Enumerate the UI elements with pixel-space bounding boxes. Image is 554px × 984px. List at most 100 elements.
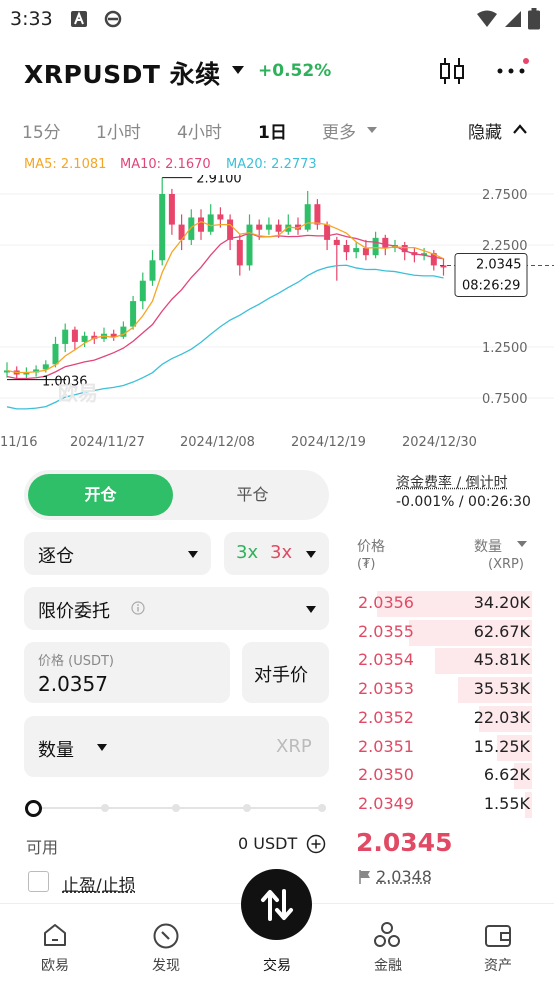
candle-body [324,224,331,240]
ob-qty-unit: (XRP) [488,557,524,572]
ob-ask-price[interactable]: 2.0352 [358,708,414,727]
kline-svg[interactable]: 2.91001.0036欧易2.75002.25001.25000.75002.… [0,172,554,460]
ob-ask-row[interactable]: 2.0354 45.81K [356,646,532,675]
status-time: 3:33 [10,8,53,30]
x-tick-label: 2024/12/08 [180,435,255,450]
trade-swap-icon[interactable] [258,887,296,923]
ob-ask-price[interactable]: 2.0350 [358,765,414,784]
candle-body [168,194,175,225]
candle-body [314,204,321,225]
nav-home[interactable]: 欧易 [15,955,95,975]
ob-last-price: 2.0345 [356,828,453,857]
y-tick-label: 0.7500 [482,392,528,407]
mark-price-flag-icon [359,870,370,884]
more-options-icon[interactable] [496,58,530,82]
candle-body [246,224,253,266]
candle-body [130,301,137,327]
ob-ask-price[interactable]: 2.0353 [358,679,414,698]
pair-title[interactable]: XRPUSDT 永续 [24,55,221,91]
add-funds-icon[interactable] [306,834,326,854]
y-tick-label: 2.2500 [482,239,528,254]
slider-step-dot[interactable] [243,804,251,812]
candle-body [227,219,234,240]
nav-discover[interactable]: 发现 [126,955,206,975]
candle-body [353,248,360,253]
hide-chart-button[interactable]: 隐藏 [468,118,502,143]
discover-icon[interactable] [152,922,180,950]
ob-ask-qty[interactable]: 22.03K [474,708,530,727]
tab-1d[interactable]: 1日 [258,118,287,143]
tab-1h[interactable]: 1小时 [96,118,141,143]
funding-rate-title[interactable]: 资金费率 / 倒计时 [396,472,508,492]
tpsl-checkbox[interactable] [28,871,49,892]
watermark: 欧易 [58,381,98,405]
ob-ask-qty[interactable]: 35.53K [474,679,530,698]
ob-mark-price[interactable]: 2.0348 [376,867,432,886]
price-input-value[interactable]: 2.0357 [38,672,108,696]
quantity-unit: XRP [276,736,312,757]
candle-body [217,214,224,220]
finance-icon[interactable] [372,920,402,950]
high-price-label: 2.9100 [196,175,242,187]
ob-qty-header[interactable]: 数量 [474,536,502,556]
slider-step-dot[interactable] [172,804,180,812]
ob-ask-qty[interactable]: 15.25K [474,737,530,756]
tab-more[interactable]: 更多 [322,118,356,143]
chevron-up-icon[interactable] [512,123,528,135]
ob-ask-row[interactable]: 2.0355 62.67K [356,618,532,646]
x-tick-label: 2024/12/30 [402,435,477,450]
candle-body [71,329,78,342]
candle-body [333,239,340,245]
available-label: 可用 [26,838,59,857]
current-price-label: 2.0345 [476,257,522,272]
ob-ask-qty[interactable]: 1.55K [484,794,530,813]
candlestick-chart-icon[interactable] [438,56,466,86]
ob-ask-qty[interactable]: 62.67K [474,622,530,641]
tab-15m[interactable]: 15分 [22,118,61,143]
margin-mode-value: 逐仓 [38,546,74,567]
nav-assets[interactable]: 资产 [458,955,538,975]
counter-price-label: 对手价 [254,665,308,686]
ob-ask-row[interactable]: 2.0351 15.25K [356,733,532,761]
kline-chart[interactable]: 2.9100 1.0036 欧易 2.7500 2.2500 1.2500 0.7500 2.… [0,172,554,460]
ob-ask-row[interactable]: 2.0350 6.62K [356,761,532,790]
ob-ask-qty[interactable]: 45.81K [474,650,530,669]
ob-ask-qty[interactable]: 34.20K [474,593,530,612]
slider-step-dot[interactable] [101,804,109,812]
ob-qty-caret-icon[interactable] [517,541,527,547]
candle-body [159,194,166,261]
tpsl-label[interactable]: 止盈/止损 [62,871,136,896]
wallet-icon[interactable] [484,922,512,948]
more-caret-icon [367,127,377,133]
ob-ask-price[interactable]: 2.0349 [358,794,414,813]
signal-icon [505,11,521,27]
wifi-icon [477,10,497,27]
leverage-caret-icon [306,551,316,558]
ob-price-header: 价格 [357,539,385,555]
close-position-tab[interactable]: 平仓 [180,474,325,516]
quantity-slider-handle[interactable] [25,800,42,817]
ob-ask-row[interactable]: 2.0352 22.03K [356,704,532,732]
ob-ask-qty[interactable]: 6.62K [484,765,530,784]
ob-ask-row[interactable]: 2.0349 1.55K [356,790,532,818]
ob-ask-price[interactable]: 2.0354 [358,650,414,669]
ob-ask-row[interactable]: 2.0356 34.20K [356,589,532,617]
slider-step-dot[interactable] [318,804,326,812]
ma20-label: MA20: 2.2773 [226,157,317,172]
info-icon[interactable] [131,601,145,615]
tab-4h[interactable]: 4小时 [177,118,222,143]
nav-finance[interactable]: 金融 [348,955,428,975]
ob-ask-price[interactable]: 2.0355 [358,622,414,641]
x-tick-label: 2024/11/27 [70,435,145,450]
pair-dropdown-icon[interactable] [232,66,244,74]
ob-ask-price[interactable]: 2.0351 [358,737,414,756]
nav-trade[interactable]: 交易 [237,955,317,975]
candle-body [236,239,243,266]
quantity-unit-caret-icon[interactable] [97,744,107,751]
open-position-tab[interactable]: 开仓 [28,474,173,516]
ob-ask-row[interactable]: 2.0353 35.53K [356,675,532,704]
ob-ask-price[interactable]: 2.0356 [358,593,414,612]
candle-body [275,224,282,232]
battery-icon [528,8,540,30]
home-icon[interactable] [42,922,68,948]
